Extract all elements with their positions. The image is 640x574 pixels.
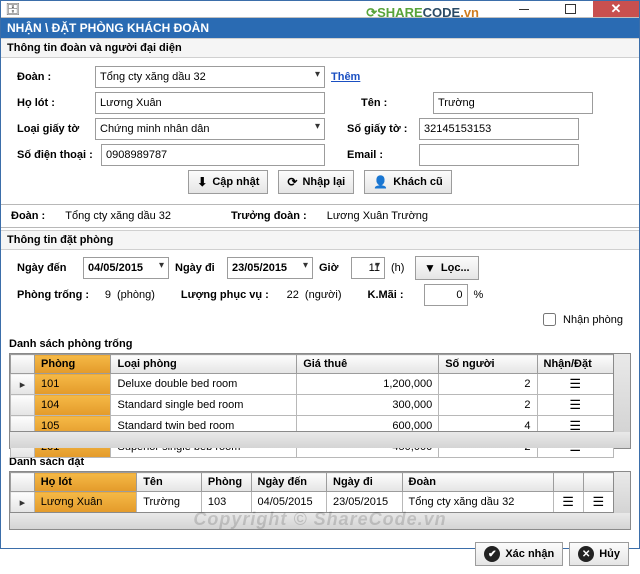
- col-phong2[interactable]: Phòng: [201, 473, 251, 492]
- kmai-unit: %: [474, 289, 484, 301]
- col-songuoi[interactable]: Số người: [439, 355, 537, 374]
- download-icon: ⬇: [197, 175, 207, 189]
- col-loaiphong[interactable]: Loại phòng: [111, 355, 297, 374]
- email-label: Email :: [347, 149, 413, 161]
- col-action2: [583, 473, 613, 492]
- col-ngaydi[interactable]: Ngày đi: [327, 473, 403, 492]
- phongtrong-unit: (phòng): [117, 289, 155, 301]
- filter-icon: ▼: [424, 261, 436, 275]
- luongpv-unit: (người): [305, 289, 342, 301]
- summary-truongdoan-value: Lương Xuân Trường: [327, 210, 428, 222]
- loaigt-label: Loại giấy tờ: [17, 123, 89, 135]
- luongpv-label: Lượng phục vụ :: [181, 289, 275, 301]
- phongtrong-value: 9: [97, 289, 111, 301]
- cancel-button[interactable]: ✕ Hủy: [569, 542, 629, 566]
- guest-form: Đoàn : Tổng cty xăng dầu 32 Thêm Họ lót …: [1, 58, 639, 202]
- action-icon[interactable]: ☰: [569, 439, 581, 454]
- sogt-input[interactable]: [419, 118, 579, 140]
- section-booking-title: Thông tin đặt phòng: [1, 230, 639, 250]
- titlebar: 🗄 ✕: [1, 1, 639, 18]
- kmai-input[interactable]: [424, 284, 468, 306]
- grid1-title: Danh sách phòng trống: [1, 335, 639, 353]
- phongtrong-label: Phòng trống :: [17, 289, 91, 301]
- available-rooms-grid[interactable]: Phòng Loại phòng Giá thuê Số người Nhận/…: [9, 353, 631, 449]
- action-icon[interactable]: ☰: [569, 418, 581, 433]
- nhanphong-checkbox[interactable]: Nhận phòng: [539, 310, 623, 329]
- col-ngayden[interactable]: Ngày đến: [251, 473, 327, 492]
- gio-select[interactable]: [351, 257, 385, 279]
- summary-doan-label: Đoàn :: [11, 210, 45, 222]
- them-link[interactable]: Thêm: [331, 71, 360, 83]
- window-maximize-button[interactable]: [547, 1, 593, 17]
- email-input[interactable]: [419, 144, 579, 166]
- booked-grid[interactable]: Họ lót Tên Phòng Ngày đến Ngày đi Đoàn ▸…: [9, 471, 631, 530]
- col-ten[interactable]: Tên: [137, 473, 202, 492]
- holot-label: Họ lót :: [17, 97, 89, 109]
- summary-row: Đoàn : Tổng cty xăng dầu 32 Trưởng đoàn …: [1, 207, 639, 225]
- window-close-button[interactable]: ✕: [593, 1, 639, 17]
- action-icon[interactable]: ☰: [569, 397, 581, 412]
- sdt-label: Số điện thoại :: [17, 149, 95, 161]
- luongpv-value: 22: [281, 289, 299, 301]
- doan-label: Đoàn :: [17, 71, 89, 83]
- old-guest-button[interactable]: 👤Khách cũ: [364, 170, 451, 194]
- summary-doan-value: Tổng cty xăng dầu 32: [65, 210, 171, 222]
- gio-unit: (h): [391, 262, 409, 274]
- section-info-title: Thông tin đoàn và người đại diện: [1, 38, 639, 58]
- row-selector-header: [11, 473, 35, 492]
- summary-truongdoan-label: Trưởng đoàn :: [231, 210, 307, 222]
- refresh-icon: ⟳: [287, 175, 297, 189]
- view-icon[interactable]: ☰: [562, 494, 574, 509]
- sdt-input[interactable]: [101, 144, 325, 166]
- col-giathue[interactable]: Giá thuê: [297, 355, 439, 374]
- update-button[interactable]: ⬇Cập nhật: [188, 170, 268, 194]
- filter-button[interactable]: ▼Lọc...: [415, 256, 479, 280]
- gio-label: Giờ: [319, 262, 345, 274]
- window-minimize-button[interactable]: [501, 1, 547, 17]
- delete-icon[interactable]: ☰: [593, 494, 605, 509]
- check-icon: ✔: [484, 546, 500, 562]
- table-row[interactable]: 201 Superior single beb room 450,000 2 ☰: [11, 437, 614, 458]
- table-row[interactable]: 104 Standard single bed room 300,000 2 ☰: [11, 395, 614, 416]
- app-icon: 🗄: [1, 1, 25, 17]
- ngayden-picker[interactable]: [83, 257, 169, 279]
- footer: ✔ Xác nhận ✕ Hủy: [1, 534, 639, 574]
- loaigt-select[interactable]: Chứng minh nhân dân: [95, 118, 325, 140]
- col-phong[interactable]: Phòng: [35, 355, 111, 374]
- row-selector-header: [11, 355, 35, 374]
- doan-select[interactable]: Tổng cty xăng dầu 32: [95, 66, 325, 88]
- col-doan[interactable]: Đoàn: [402, 473, 553, 492]
- close-icon: ✕: [578, 546, 594, 562]
- person-icon: 👤: [373, 175, 388, 189]
- ten-input[interactable]: [433, 92, 593, 114]
- table-row[interactable]: 105 Standard twin bed room 600,000 4 ☰: [11, 416, 614, 437]
- confirm-button[interactable]: ✔ Xác nhận: [475, 542, 563, 566]
- row-indicator-icon: ▸: [11, 492, 35, 513]
- ten-label: Tên :: [361, 97, 427, 109]
- table-row[interactable]: ▸ 101 Deluxe double bed room 1,200,000 2…: [11, 374, 614, 395]
- ngaydi-picker[interactable]: [227, 257, 313, 279]
- breadcrumb: NHẬN \ ĐẶT PHÒNG KHÁCH ĐOÀN: [1, 18, 639, 38]
- holot-input[interactable]: [95, 92, 325, 114]
- sogt-label: Số giấy tờ :: [347, 123, 413, 135]
- table-row[interactable]: ▸ Lương Xuân Trường 103 04/05/2015 23/05…: [11, 492, 614, 513]
- col-action1: [553, 473, 583, 492]
- ngaydi-label: Ngày đi: [175, 262, 221, 274]
- kmai-label: K.Mãi :: [368, 289, 418, 301]
- col-nhandat[interactable]: Nhận/Đặt: [537, 355, 614, 374]
- action-icon[interactable]: ☰: [569, 376, 581, 391]
- reset-button[interactable]: ⟳Nhập lại: [278, 170, 354, 194]
- row-indicator-icon: ▸: [11, 374, 35, 395]
- col-holot[interactable]: Họ lót: [34, 473, 136, 492]
- ngayden-label: Ngày đến: [17, 262, 77, 274]
